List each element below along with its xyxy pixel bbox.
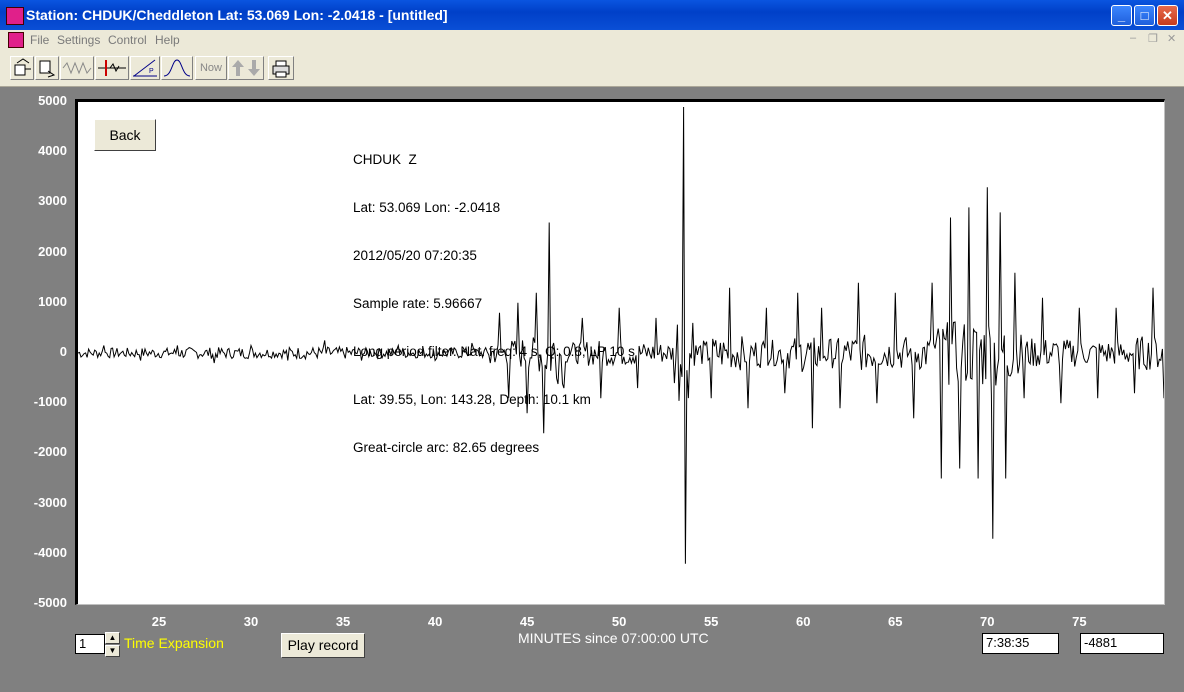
open-file-icon[interactable]: [10, 56, 34, 80]
x-axis-label: MINUTES since 07:00:00 UTC: [518, 630, 709, 646]
spin-down-icon[interactable]: ▼: [105, 645, 120, 657]
x-tick-label: 55: [703, 614, 719, 629]
waveform-icon[interactable]: [60, 56, 94, 80]
back-button[interactable]: Back: [94, 119, 156, 151]
spin-up-icon[interactable]: ▲: [105, 632, 120, 644]
value-readout: -4881: [1080, 633, 1164, 654]
x-tick-label: 70: [980, 614, 995, 629]
x-tick-label: 25: [151, 614, 167, 629]
y-tick-label: 2000: [38, 243, 67, 259]
y-tick-label: 4000: [38, 143, 67, 159]
x-tick-label: 65: [888, 614, 903, 629]
close-button[interactable]: ✕: [1157, 5, 1178, 26]
y-tick-label: -2000: [33, 444, 67, 460]
plot-area[interactable]: Back CHDUK Z Lat: 53.069 Lon: -2.0418 20…: [75, 99, 1165, 605]
mdi-minimize-icon[interactable]: –: [1130, 32, 1136, 44]
mdi-restore-icon[interactable]: ❐: [1148, 32, 1158, 45]
menu-bar: File Settings Control Help – ❐ ✕: [0, 30, 1184, 50]
y-tick-label: -5000: [33, 595, 67, 610]
time-readout: 7:38:35: [982, 633, 1059, 654]
minimize-button[interactable]: _: [1111, 5, 1132, 26]
document-icon[interactable]: [8, 32, 24, 48]
bell-curve-icon[interactable]: [161, 56, 193, 80]
station-info: CHDUK Z Lat: 53.069 Lon: -2.0418 2012/05…: [353, 120, 635, 488]
pick-marker-icon[interactable]: [95, 56, 129, 80]
y-tick-label: 3000: [38, 193, 67, 209]
info-line-sample-rate: Sample rate: 5.96667: [353, 296, 483, 311]
x-tick-label: 35: [335, 614, 351, 629]
y-tick-label: 5000: [38, 93, 67, 108]
save-file-icon[interactable]: [35, 56, 59, 80]
toolbar: P Now: [0, 50, 1184, 87]
menu-control[interactable]: Control: [108, 33, 147, 47]
y-tick-label: -3000: [33, 494, 67, 510]
info-line-arc: Great-circle arc: 82.65 degrees: [353, 440, 540, 455]
menu-settings[interactable]: Settings: [57, 33, 100, 47]
seismogram-view: 5000 4000 3000 2000 1000 0 -1000 -2000 -3000 -400…: [5, 87, 1179, 687]
info-line-filter: Long period filter. Nat. freq: 4 s, Q: 0…: [353, 344, 635, 359]
title-bar: Station: CHDUK/Cheddleton Lat: 53.069 Lo…: [0, 0, 1184, 30]
app-icon: [6, 7, 24, 25]
menu-file[interactable]: File: [30, 33, 49, 47]
x-tick-label: 40: [427, 614, 443, 629]
info-line-station: CHDUK Z: [353, 152, 417, 167]
x-tick-label: 30: [243, 614, 259, 629]
printer-icon[interactable]: [268, 56, 294, 80]
y-tick-label: -4000: [33, 544, 67, 560]
x-tick-label: 45: [519, 614, 535, 629]
now-button[interactable]: Now: [195, 56, 227, 80]
info-line-datetime: 2012/05/20 07:20:35: [353, 248, 477, 263]
info-line-event-location: Lat: 39.55, Lon: 143.28, Depth: 10.1 km: [353, 392, 591, 407]
menu-help[interactable]: Help: [155, 33, 180, 47]
mdi-close-icon[interactable]: ✕: [1167, 32, 1176, 45]
x-tick-label: 60: [795, 614, 811, 629]
svg-text:P: P: [149, 68, 154, 75]
window-title: Station: CHDUK/Cheddleton Lat: 53.069 Lo…: [26, 7, 448, 23]
y-tick-label: 1000: [38, 293, 67, 309]
up-down-arrows-icon[interactable]: [228, 56, 264, 80]
time-expansion-label: Time Expansion: [124, 635, 224, 651]
info-line-station-location: Lat: 53.069 Lon: -2.0418: [353, 200, 501, 215]
y-tick-label: 0: [59, 344, 67, 359]
time-expansion-input[interactable]: 1: [75, 634, 105, 654]
x-tick-label: 75: [1072, 614, 1087, 629]
play-record-button[interactable]: Play record: [281, 633, 365, 658]
ramp-icon[interactable]: P: [130, 56, 160, 80]
maximize-button[interactable]: □: [1134, 5, 1155, 26]
x-tick-label: 50: [611, 614, 627, 629]
y-tick-label: -1000: [33, 394, 67, 410]
